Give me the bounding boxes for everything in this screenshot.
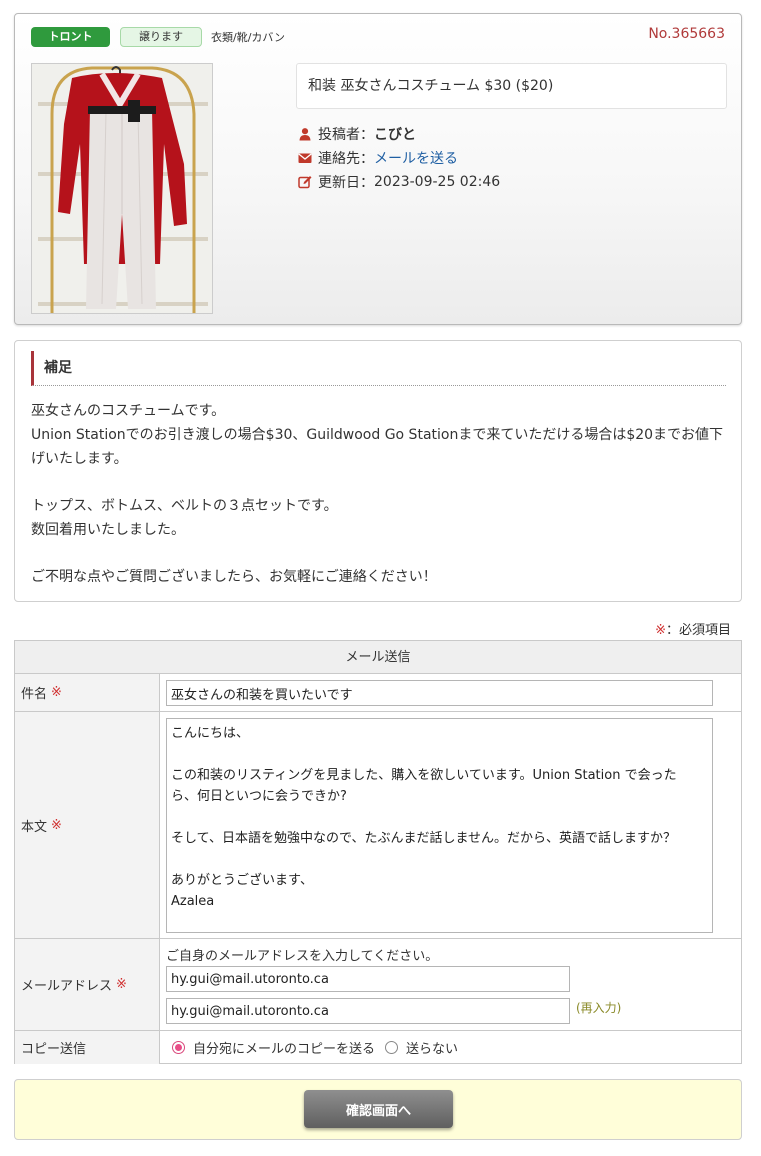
- notes-line: 数回着用いたしました。: [31, 522, 185, 538]
- notes-line: 巫女さんのコスチュームです。: [31, 403, 226, 419]
- copy-label: コピー送信: [15, 1031, 160, 1064]
- edit-icon: [298, 175, 312, 189]
- submit-area: 確認画面へ: [14, 1079, 742, 1140]
- envelope-icon: [298, 151, 312, 165]
- form-heading: メール送信: [15, 641, 741, 674]
- notes-card: 補足 巫女さんのコスチュームです。 Union Stationでのお引き渡しの場…: [14, 340, 742, 602]
- listing-number: No.365663: [648, 26, 725, 42]
- notes-line: Union Stationでのお引き渡しの場合$30、Guildwood Go …: [31, 427, 724, 443]
- copy-row: コピー送信 自分宛にメールのコピーを送る 送らない: [15, 1031, 741, 1064]
- subject-label: 件名 ※: [15, 674, 160, 711]
- poster-label: 投稿者：: [318, 127, 374, 143]
- notes-line: トップス、ボトムス、ベルトの３点セットです。: [31, 498, 338, 514]
- poster-name: こびと: [374, 127, 416, 143]
- email-label: メールアドレス ※: [15, 939, 160, 1030]
- subject-row: 件名 ※: [15, 674, 741, 712]
- listing-photo[interactable]: [31, 63, 213, 314]
- email-hint: ご自身のメールアドレスを入力してください。: [166, 949, 439, 964]
- required-text: ：必須項目: [665, 623, 731, 638]
- copy-option-none[interactable]: 送らない: [385, 1038, 458, 1057]
- contact-row: 連絡先： メールを送る: [298, 148, 458, 168]
- listing-type-tag[interactable]: 譲ります: [120, 27, 202, 47]
- notes-heading: 補足: [31, 351, 726, 386]
- updated-row: 更新日： 2023-09-25 02:46: [298, 172, 500, 192]
- updated-label: 更新日：: [318, 175, 374, 191]
- updated-date: 2023-09-25 02:46: [374, 174, 501, 190]
- notes-line: ご不明な点やご質問ございましたら、お気軽にご連絡ください！: [31, 569, 437, 585]
- required-mark: ※: [655, 623, 666, 638]
- radio-selected[interactable]: [172, 1040, 185, 1054]
- body-textarea[interactable]: こんにちは、 この和装のリスティングを見ました、購入を欲しいています。Union…: [166, 718, 713, 933]
- copy-option-send[interactable]: 自分宛にメールのコピーを送る: [172, 1038, 375, 1057]
- poster-row: 投稿者： こびと: [298, 124, 416, 144]
- listing-card: トロント 譲ります 衣類/靴/カバン No.365663 和装 巫女さんコスチュ…: [14, 13, 742, 325]
- subject-input[interactable]: [166, 680, 713, 706]
- notes-line: げいたします。: [31, 451, 128, 467]
- radio-unselected[interactable]: [385, 1040, 399, 1054]
- contact-label: 連絡先：: [318, 151, 374, 167]
- email-row: メールアドレス※ ご自身のメールアドレスを入力してください。 (再入力): [15, 939, 741, 1031]
- reenter-note: (再入力): [576, 1001, 622, 1015]
- body-row: 本文 ※ こんにちは、 この和装のリスティングを見ました、購入を欲しいています。U…: [15, 712, 741, 939]
- user-icon: [298, 127, 312, 141]
- email-confirm-input[interactable]: [166, 998, 570, 1024]
- confirm-button[interactable]: 確認画面へ: [304, 1090, 453, 1128]
- email-input[interactable]: [166, 966, 570, 992]
- mail-form: メール送信 件名※ 本文※ こんにちは、 この和装のリスティングを見ました、購入…: [14, 640, 742, 1064]
- required-legend: ※：必須項目: [655, 619, 731, 638]
- category-label: 衣類/靴/カバン: [211, 31, 285, 44]
- listing-title: 和装 巫女さんコスチューム $30 ($20): [296, 63, 727, 109]
- send-mail-link[interactable]: メールを送る: [374, 148, 458, 168]
- copy-radio-group: 自分宛にメールのコピーを送る 送らない: [172, 1031, 468, 1063]
- body-label: 本文 ※: [15, 712, 160, 938]
- city-tag[interactable]: トロント: [31, 27, 110, 47]
- notes-body: 巫女さんのコスチュームです。 Union Stationでのお引き渡しの場合$3…: [31, 399, 731, 589]
